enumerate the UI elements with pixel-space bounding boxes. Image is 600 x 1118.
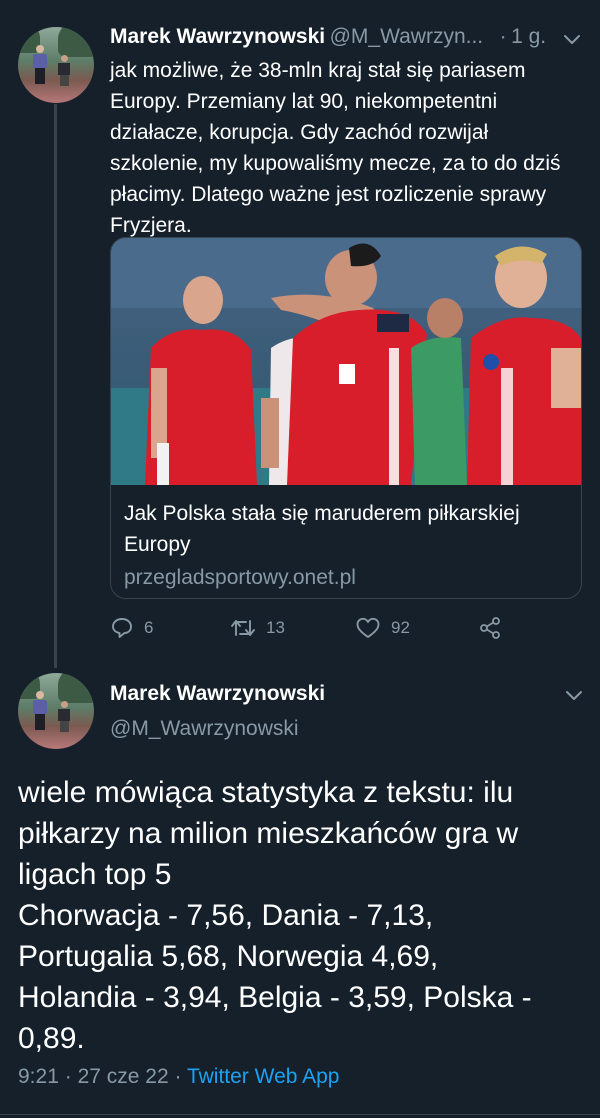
share-icon — [480, 617, 500, 639]
retweet-button[interactable]: 13 — [230, 612, 285, 644]
retweet-icon — [231, 620, 255, 636]
tweet-text-line: ligach top 5 — [18, 858, 172, 891]
thread-connector — [54, 104, 57, 668]
tweet-text-line: Portugalia 5,68, Norwegia 4,69, — [18, 940, 439, 973]
separator: · — [64, 1065, 72, 1088]
tweet-text-line: wiele mówiąca statystyka z tekstu: ilu — [18, 776, 514, 809]
tweet-meta: 9:21 · 27 cze 22 · Twitter Web App — [18, 1065, 339, 1089]
tweet-text: wiele mówiąca statystyka z tekstu: ilu p… — [18, 772, 583, 1059]
heart-icon — [356, 617, 380, 638]
avatar[interactable] — [18, 673, 94, 749]
tweet-text-line: piłkarzy na milion mieszkańców gra w — [18, 817, 519, 850]
like-button[interactable]: 92 — [355, 612, 410, 644]
reply-button[interactable]: 6 — [110, 612, 153, 644]
reply-icon — [112, 618, 132, 638]
like-count: 92 — [391, 618, 410, 637]
chevron-down-icon[interactable] — [563, 30, 581, 48]
card-title[interactable]: Jak Polska stała się maruderem piłkarski… — [124, 498, 572, 560]
author-name[interactable]: Marek Wawrzynowski — [110, 682, 325, 706]
tweet-time[interactable]: 1 g. — [511, 25, 546, 48]
tweet-time[interactable]: 9:21 — [18, 1065, 59, 1088]
tweet-text-line: Chorwacja - 7,56, Dania - 7,13, — [18, 899, 434, 932]
chevron-down-icon[interactable] — [565, 686, 583, 704]
tweet-actions: 6 13 92 — [110, 612, 580, 644]
author-handle[interactable]: @M_Wawrzynowski — [110, 717, 299, 741]
share-button[interactable] — [478, 612, 502, 644]
retweet-count: 13 — [266, 618, 285, 637]
separator: · — [499, 25, 507, 48]
avatar[interactable] — [18, 27, 94, 103]
divider — [0, 1114, 600, 1115]
author-name[interactable]: Marek Wawrzynowski — [110, 25, 325, 48]
tweet-text-line: Holandia - 3,94, Belgia - 3,59, Polska - — [18, 981, 532, 1014]
card-image — [111, 238, 581, 485]
link-card[interactable]: Jak Polska stała się maruderem piłkarski… — [110, 237, 582, 599]
tweet-header: Marek Wawrzynowski @M_Wawrzyn... · 1 g. — [110, 25, 580, 53]
tweet-text-line: 0,89. — [18, 1022, 85, 1055]
tweet-date[interactable]: 27 cze 22 — [78, 1065, 169, 1088]
tweet-text: jak możliwe, że 38-mln kraj stał się par… — [110, 59, 561, 237]
client-link[interactable]: Twitter Web App — [187, 1065, 340, 1088]
card-domain: przegladsportowy.onet.pl — [124, 566, 356, 589]
author-handle[interactable]: @M_Wawrzyn... — [330, 25, 484, 48]
reply-count: 6 — [144, 618, 154, 637]
separator: · — [174, 1065, 182, 1088]
